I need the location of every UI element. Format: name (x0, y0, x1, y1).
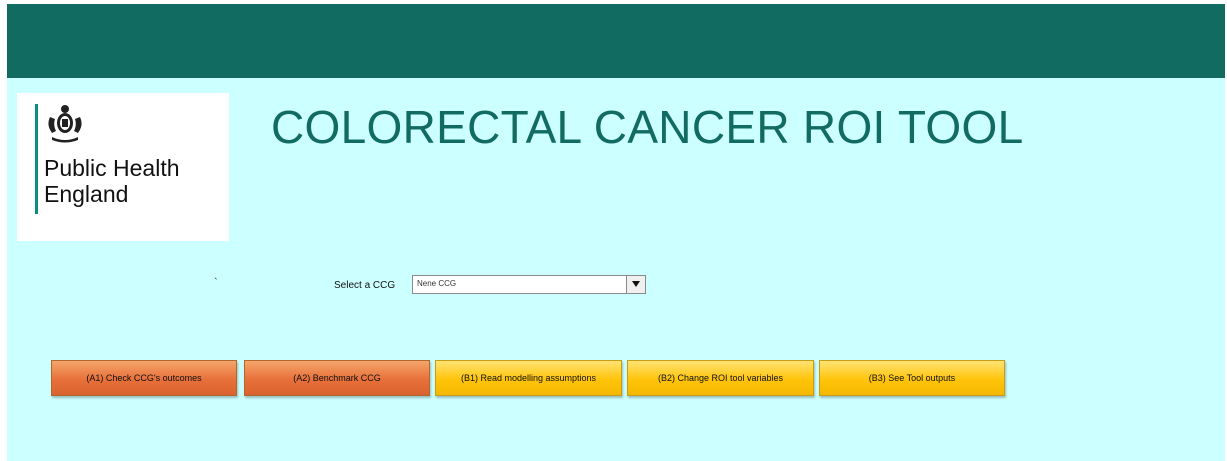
dropdown-arrow-icon[interactable] (626, 276, 645, 293)
ccg-dropdown-value: Nene CCG (417, 279, 457, 288)
check-ccg-outcomes-button[interactable]: (A1) Check CCG's outcomes (51, 360, 237, 396)
change-roi-tool-variables-button[interactable]: (B2) Change ROI tool variables (627, 360, 814, 396)
see-tool-outputs-button[interactable]: (B3) See Tool outputs (819, 360, 1005, 396)
page-title: COLORECTAL CANCER ROI TOOL (271, 101, 1024, 153)
logo-accent-rule (35, 104, 38, 214)
logo-text-line2: England (44, 181, 129, 207)
header-banner (7, 4, 1225, 78)
ccg-dropdown[interactable]: Nene CCG (412, 275, 646, 294)
read-modelling-assumptions-button[interactable]: (B1) Read modelling assumptions (435, 360, 622, 396)
ccg-select-label: Select a CCG (334, 280, 396, 291)
benchmark-ccg-button[interactable]: (A2) Benchmark CCG (244, 360, 430, 396)
stray-mark: ` (214, 277, 218, 289)
dashboard-sheet: Public Health England COLORECTAL CANCER … (7, 4, 1225, 461)
logo-text-line1: Public Health (44, 155, 180, 181)
royal-coat-of-arms-icon (48, 105, 82, 143)
phe-logo: Public Health England (17, 93, 229, 241)
